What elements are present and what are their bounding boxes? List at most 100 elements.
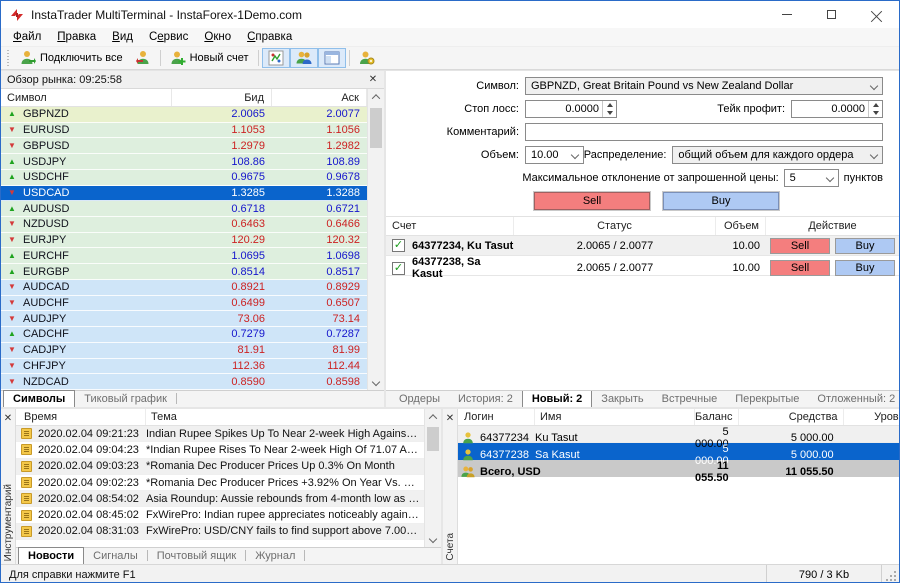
scroll-down-icon[interactable] [368, 374, 384, 390]
toolbar-grip[interactable] [6, 50, 11, 66]
menu-item[interactable]: Сервис [141, 29, 196, 45]
news-row[interactable]: 2020.02.04 08:45:02FxWirePro: Indian rup… [16, 507, 424, 523]
stop-loss-stepper[interactable]: 0.0000 [525, 100, 617, 118]
market-scrollbar[interactable] [367, 107, 384, 390]
menu-item[interactable]: Правка [49, 29, 104, 45]
chevron-down-icon[interactable] [866, 78, 882, 94]
toolbox-tab[interactable]: Новости [18, 547, 84, 564]
market-row[interactable]: ▲USDJPY108.86108.89 [1, 154, 367, 170]
column-ask[interactable]: Аск [272, 89, 367, 106]
market-row[interactable]: ▲EURGBP0.85140.8517 [1, 264, 367, 280]
column-login[interactable]: Логин [458, 409, 535, 425]
market-row[interactable]: ▼GBPUSD1.29791.2982 [1, 138, 367, 154]
market-row[interactable]: ▲AUDUSD0.67180.6721 [1, 201, 367, 217]
scroll-thumb[interactable] [370, 108, 382, 148]
market-row[interactable]: ▲EURCHF1.06951.0698 [1, 248, 367, 264]
account-checkbox[interactable]: ✓ [392, 239, 405, 252]
symbol-select[interactable]: GBPNZD, Great Britain Pound vs New Zeala… [525, 77, 883, 95]
news-row[interactable]: 2020.02.04 09:03:23*Romania Dec Producer… [16, 459, 424, 475]
orders-tab[interactable]: Встречные [653, 392, 727, 407]
scroll-thumb[interactable] [427, 427, 439, 451]
stepper-buttons[interactable] [602, 101, 616, 117]
comment-input[interactable] [525, 123, 883, 141]
layout-toggle[interactable] [318, 48, 346, 68]
account-checkbox[interactable]: ✓ [392, 262, 405, 275]
sell-button[interactable]: Sell [770, 238, 830, 254]
orders-tab[interactable]: Новый: 2 [522, 390, 592, 407]
toolbox-tab[interactable]: Журнал [246, 549, 304, 564]
column-equity[interactable]: Средства [739, 409, 844, 425]
stepper-buttons[interactable] [868, 101, 882, 117]
market-watch-close-icon[interactable]: ✕ [366, 73, 380, 87]
news-row[interactable]: 2020.02.04 08:31:03FxWirePro: USD/CNY fa… [16, 524, 424, 540]
column-time[interactable]: Время [16, 409, 146, 425]
menu-item[interactable]: Файл [5, 29, 49, 45]
scroll-up-icon[interactable] [368, 89, 384, 105]
column-balance[interactable]: Баланс [695, 409, 739, 425]
orders-tab[interactable]: Ордеры [390, 392, 449, 407]
market-row[interactable]: ▲GBPNZD2.00652.0077 [1, 107, 367, 123]
column-volume[interactable]: Объем [716, 217, 766, 235]
column-account[interactable]: Счет [386, 217, 514, 235]
close-button[interactable] [854, 1, 899, 28]
orders-tab[interactable]: Закрыть [592, 392, 652, 407]
market-row[interactable]: ▼NZDCAD0.85900.8598 [1, 374, 367, 390]
market-row[interactable]: ▼CHFJPY112.36112.44 [1, 359, 367, 375]
column-name[interactable]: Имя [535, 409, 695, 425]
market-row[interactable]: ▼USDCAD1.32851.3288 [1, 186, 367, 202]
scroll-up-icon[interactable] [425, 409, 441, 425]
accounts-toggle[interactable] [290, 48, 318, 68]
toolbox-close-icon[interactable]: ✕ [1, 411, 15, 425]
market-row[interactable]: ▼NZDUSD0.64630.6466 [1, 217, 367, 233]
resize-grip[interactable] [881, 565, 899, 583]
chevron-down-icon[interactable] [822, 170, 838, 186]
column-subject[interactable]: Тема [146, 409, 424, 425]
market-row[interactable]: ▼AUDCAD0.89210.8929 [1, 280, 367, 296]
toolbox-tab[interactable]: Почтовый ящик [148, 549, 245, 564]
news-row[interactable]: 2020.02.04 09:21:23Indian Rupee Spikes U… [16, 426, 424, 442]
sell-all-button[interactable]: Sell [534, 192, 650, 210]
deviation-select[interactable]: 5 [784, 169, 839, 187]
menu-item[interactable]: Окно [196, 29, 239, 45]
step-down-icon[interactable] [607, 111, 613, 115]
news-row[interactable]: 2020.02.04 09:02:23*Romania Dec Producer… [16, 475, 424, 491]
accounts-close-icon[interactable]: ✕ [443, 411, 457, 425]
volume-select[interactable]: 10.00 [525, 146, 584, 164]
buy-button[interactable]: Buy [835, 260, 895, 276]
market-row[interactable]: ▼AUDJPY73.0673.14 [1, 311, 367, 327]
orders-tab[interactable]: История: 2 [449, 392, 522, 407]
market-row[interactable]: ▼CADJPY81.9181.99 [1, 343, 367, 359]
buy-button[interactable]: Buy [835, 238, 895, 254]
scroll-down-icon[interactable] [425, 531, 441, 547]
news-row[interactable]: 2020.02.04 08:54:02Asia Roundup: Aussie … [16, 491, 424, 507]
market-tab[interactable]: Тиковый график [75, 392, 176, 407]
column-status[interactable]: Статус [514, 217, 716, 235]
account-row[interactable]: 64377238Sa Kasut5 000.005 000.00 [458, 443, 899, 460]
market-row[interactable]: ▲USDCHF0.96750.9678 [1, 170, 367, 186]
market-row[interactable]: ▼EURUSD1.10531.1056 [1, 123, 367, 139]
new-account-button[interactable]: Новый счет [164, 48, 255, 68]
market-tab[interactable]: Символы [3, 390, 75, 407]
disconnect-all-button[interactable] [129, 48, 157, 68]
connect-all-button[interactable]: Подключить все [14, 48, 129, 68]
distribution-select[interactable]: общий объем для каждого ордера [672, 146, 883, 164]
news-row[interactable]: 2020.02.04 09:04:23*Indian Rupee Rises T… [16, 442, 424, 458]
column-level[interactable]: Уровень [844, 409, 899, 425]
menu-item[interactable]: Вид [104, 29, 141, 45]
menu-item[interactable]: Справка [239, 29, 300, 45]
orders-tab[interactable]: Перекрытые [726, 392, 808, 407]
toolbox-tab[interactable]: Сигналы [84, 549, 147, 564]
news-scrollbar[interactable] [424, 426, 441, 547]
chevron-down-icon[interactable] [567, 147, 583, 163]
step-up-icon[interactable] [873, 103, 879, 107]
market-row[interactable]: ▲CADCHF0.72790.7287 [1, 327, 367, 343]
market-watch-toggle[interactable] [262, 48, 290, 68]
market-row[interactable]: ▼AUDCHF0.64990.6507 [1, 296, 367, 312]
column-bid[interactable]: Бид [172, 89, 272, 106]
step-down-icon[interactable] [873, 111, 879, 115]
chevron-down-icon[interactable] [866, 147, 882, 163]
maximize-button[interactable] [809, 1, 854, 28]
column-symbol[interactable]: Символ [1, 89, 172, 106]
account-row[interactable]: 64377234Ku Tasut5 000.005 000.00 [458, 426, 899, 443]
expert-settings-button[interactable] [353, 48, 381, 68]
